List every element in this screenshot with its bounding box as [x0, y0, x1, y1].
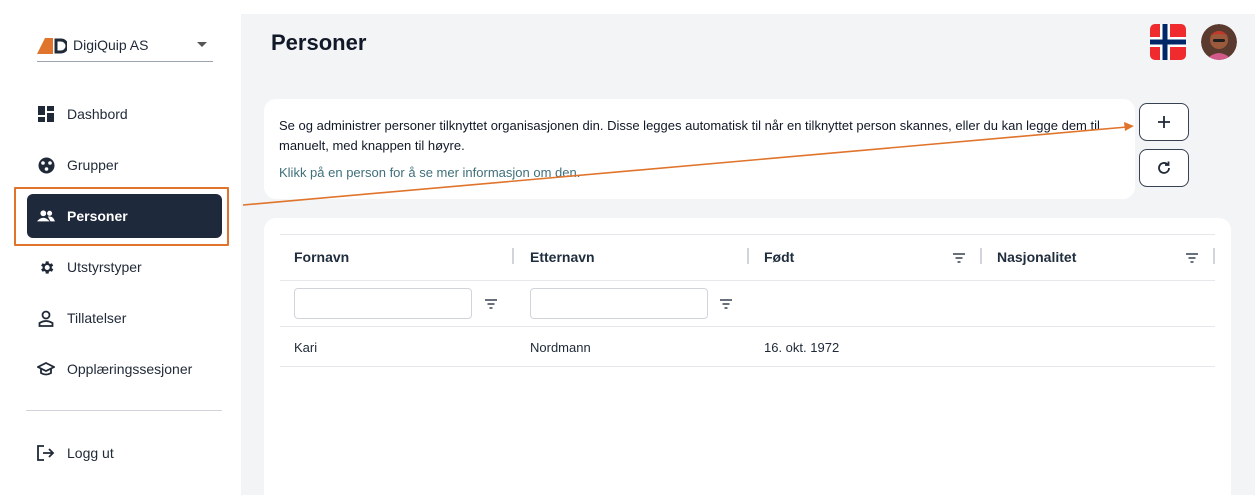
column-resize-handle[interactable]: [980, 248, 982, 264]
groups-icon: [37, 156, 55, 174]
permission-icon: [37, 309, 55, 327]
column-header-fornavn[interactable]: Fornavn: [294, 249, 349, 265]
filter-icon[interactable]: [719, 298, 733, 310]
organization-name: DigiQuip AS: [73, 37, 149, 53]
plus-icon: [1158, 116, 1170, 128]
chevron-down-icon[interactable]: [197, 42, 207, 47]
refresh-icon: [1158, 161, 1170, 174]
cell-fodt: 16. okt. 1972: [764, 340, 840, 355]
column-header-nasjonalitet[interactable]: Nasjonalitet: [997, 249, 1076, 265]
sidebar-item-label: Grupper: [67, 157, 119, 173]
digiquip-logo: [37, 38, 67, 54]
graduation-cap-icon: [37, 360, 55, 378]
refresh-button[interactable]: [1139, 149, 1189, 187]
dashboard-icon: [37, 105, 55, 123]
fornavn-filter-input[interactable]: [294, 288, 472, 319]
sidebar-item-dashbord[interactable]: Dashbord: [27, 92, 222, 136]
info-description: Se og administrer personer tilknyttet or…: [279, 118, 1100, 153]
persons-table: Fornavn Etternavn Født Nasjonalitet Kari…: [264, 218, 1231, 495]
data-row-border: [280, 366, 1215, 367]
header-row-border: [280, 280, 1215, 281]
sidebar-divider: [26, 410, 222, 411]
annotation-highlight-box: [14, 187, 229, 246]
sidebar-item-label: Dashbord: [67, 106, 128, 122]
filter-icon[interactable]: [1185, 252, 1199, 264]
gear-icon: [37, 258, 55, 276]
logout-button[interactable]: Logg ut: [27, 431, 222, 475]
etternavn-filter-input[interactable]: [530, 288, 708, 319]
cell-fornavn: Kari: [294, 340, 318, 355]
sidebar-item-opplaeringssesjoner[interactable]: Opplæringssesjoner: [27, 347, 222, 391]
sidebar-item-tillatelser[interactable]: Tillatelser: [27, 296, 222, 340]
column-resize-handle[interactable]: [747, 248, 749, 264]
table-top-border: [280, 234, 1215, 235]
sidebar-item-utstyrstyper[interactable]: Utstyrstyper: [27, 245, 222, 289]
column-resize-handle[interactable]: [512, 248, 514, 264]
organization-selector[interactable]: DigiQuip AS: [37, 32, 213, 62]
sidebar-item-grupper[interactable]: Grupper: [27, 143, 222, 187]
user-avatar[interactable]: [1201, 24, 1237, 60]
column-header-fodt[interactable]: Født: [764, 249, 794, 265]
add-person-button[interactable]: [1139, 103, 1189, 141]
page-title: Personer: [271, 30, 367, 55]
filter-row-border: [280, 326, 1215, 327]
column-resize-handle[interactable]: [1213, 248, 1215, 264]
sidebar: DigiQuip AS Dashbord Grupper Personer Ut…: [0, 0, 241, 495]
info-hint-link: Klikk på en person for å se mer informas…: [279, 165, 581, 180]
filter-icon[interactable]: [952, 252, 966, 264]
column-header-etternavn[interactable]: Etternavn: [530, 249, 595, 265]
filter-icon[interactable]: [484, 298, 498, 310]
logout-label: Logg ut: [67, 445, 114, 461]
sidebar-item-label: Tillatelser: [67, 310, 127, 326]
main-content: Personer Se og administrer personer tilk…: [241, 14, 1255, 495]
info-card: Se og administrer personer tilknyttet or…: [264, 99, 1135, 199]
norway-flag-icon[interactable]: [1150, 24, 1186, 60]
cell-etternavn: Nordmann: [530, 340, 591, 355]
logout-icon: [37, 444, 55, 462]
sidebar-item-label: Opplæringssesjoner: [67, 361, 193, 377]
sidebar-item-label: Utstyrstyper: [67, 259, 142, 275]
